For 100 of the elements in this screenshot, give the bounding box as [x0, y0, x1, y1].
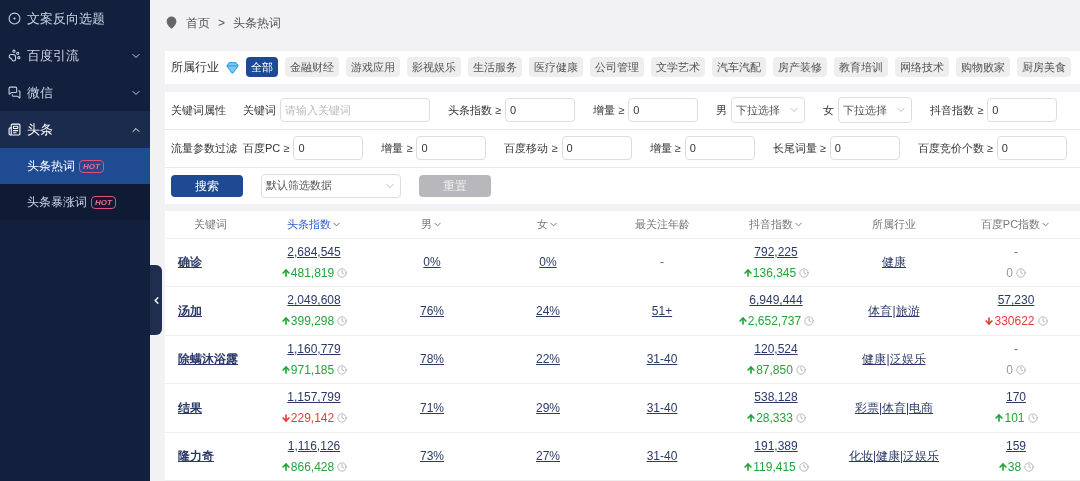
column-header: 关键词 [193, 216, 227, 232]
sidebar-item[interactable]: 文案反向选题 [0, 0, 150, 37]
sidebar-subitem[interactable]: 头条暴涨词 HOT [0, 184, 150, 220]
industry-label: 所属行业 [171, 59, 219, 77]
sidebar-item[interactable]: 微信 [0, 74, 150, 111]
column-header[interactable]: 男 [421, 215, 443, 233]
metric-delta: 2,652,737 [747, 313, 802, 331]
metric-value[interactable]: 792,225 [754, 242, 798, 261]
industry-tag[interactable]: 汽车汽配 [712, 57, 766, 78]
table-link[interactable]: 31-40 [646, 447, 678, 466]
sidebar-item[interactable]: 百度引流 [0, 37, 150, 74]
table-link[interactable]: 22% [536, 350, 560, 369]
input-field[interactable]: 0 [505, 98, 576, 122]
metric-value[interactable]: 538,128 [754, 388, 798, 407]
column-header[interactable]: 女 [537, 215, 559, 233]
metric-value: - [1014, 243, 1018, 261]
column-header: 最关注年龄 [634, 216, 690, 232]
industry-tag[interactable]: 金融财经 [285, 57, 339, 78]
input-field[interactable]: 0 [416, 136, 487, 160]
input-field[interactable]: 0 [561, 136, 632, 160]
industry-tag[interactable]: 购物败家 [956, 57, 1010, 78]
keyword-link[interactable]: 汤加 [178, 301, 202, 320]
metric-value[interactable]: 2,049,608 [287, 291, 341, 310]
industry-tag[interactable]: 房产装修 [773, 57, 827, 78]
keyword-link[interactable]: 隆力奇 [178, 447, 214, 466]
input-field[interactable]: 0 [996, 136, 1067, 160]
field-label: 长尾词量 ≥ [772, 140, 826, 156]
industry-tag[interactable]: 教育培训 [834, 57, 888, 78]
clock-icon [337, 413, 348, 424]
metric-value[interactable]: 2,684,545 [287, 242, 341, 261]
table-link[interactable]: 31-40 [646, 398, 678, 417]
column-header[interactable]: 百度PC指数 [980, 215, 1052, 233]
table-link[interactable]: 71% [420, 398, 444, 417]
clock-icon [1024, 461, 1035, 472]
column-header[interactable]: 抖音指数 [748, 215, 804, 233]
breadcrumb-item: > [218, 14, 225, 32]
metric-delta: 136,345 [752, 264, 797, 282]
clock-icon [795, 413, 806, 424]
metric-delta: 330622 [994, 313, 1035, 331]
metric-value[interactable]: 1,160,779 [287, 339, 341, 358]
filter-label: 流量参数过滤 [170, 140, 235, 156]
metric-delta: 119,415 [753, 458, 796, 476]
clock-icon [804, 316, 815, 327]
metric-value[interactable]: 1,116,126 [287, 436, 341, 455]
industry-tag[interactable]: 网络技术 [895, 57, 949, 78]
input-field[interactable]: 0 [829, 136, 900, 160]
search-button[interactable]: 搜索 [171, 174, 243, 197]
table-link[interactable]: 78% [420, 350, 444, 369]
industry-tag[interactable]: 文学艺术 [651, 57, 705, 78]
table-link[interactable]: 0% [423, 253, 441, 272]
sidebar-item[interactable]: 头条 [0, 111, 150, 148]
industry-tag[interactable]: 厨房美食 [1017, 57, 1071, 78]
metric-value[interactable]: 170 [1006, 388, 1026, 407]
table-cell-text: - [660, 254, 664, 272]
dropdown[interactable]: 下拉选择 [731, 97, 806, 123]
table-link[interactable]: 73% [420, 447, 444, 466]
keyword-link[interactable]: 除螨沐浴露 [178, 350, 238, 369]
industry-tag[interactable]: 公司管理 [590, 57, 644, 78]
metric-value[interactable]: 6,949,444 [749, 291, 803, 310]
metric-value[interactable]: 57,230 [997, 291, 1035, 310]
table-link[interactable]: 0% [539, 253, 557, 272]
diamond-icon [226, 60, 239, 74]
table-link[interactable]: 体育|旅游 [868, 301, 920, 320]
table-link[interactable]: 化妆|健康|泛娱乐 [848, 447, 940, 466]
sidebar-subitem[interactable]: 头条热词 HOT [0, 148, 150, 184]
industry-tag[interactable]: 生活服务 [468, 57, 522, 78]
input-field[interactable]: 0 [293, 136, 364, 160]
metric-value[interactable]: 1,157,799 [287, 388, 341, 407]
table-link[interactable]: 27% [536, 447, 560, 466]
metric-value[interactable]: 120,524 [754, 339, 798, 358]
input-field[interactable]: 0 [628, 98, 699, 122]
table-link[interactable]: 健康 [882, 253, 906, 272]
keyword-link[interactable]: 结果 [178, 398, 202, 417]
dropdown[interactable]: 下拉选择 [838, 97, 913, 123]
table-link[interactable]: 29% [536, 398, 560, 417]
keyword-link[interactable]: 确诊 [178, 253, 202, 272]
metric-value[interactable]: 159 [1005, 436, 1026, 455]
table-link[interactable]: 76% [420, 301, 444, 320]
industry-tag[interactable]: 影视娱乐 [407, 57, 461, 78]
table-link[interactable]: 彩票|体育|电商 [854, 398, 934, 417]
table-link[interactable]: 31-40 [646, 350, 678, 369]
field-label: 百度移动 ≥ [504, 140, 558, 156]
metric-value[interactable]: 191,389 [754, 436, 798, 455]
column-header[interactable]: 头条指数 [286, 215, 342, 233]
collapse-button[interactable] [150, 265, 162, 335]
industry-tag[interactable]: 医疗健康 [529, 57, 583, 78]
metric-delta: 481,819 [290, 264, 335, 282]
input-field[interactable]: 0 [684, 136, 755, 160]
preset-dropdown[interactable]: 默认筛选数据 [261, 173, 401, 198]
input-field[interactable]: 请输入关键词 [280, 98, 430, 122]
table-link[interactable]: 健康|泛娱乐 [862, 350, 926, 369]
table-link[interactable]: 24% [536, 301, 560, 320]
table-link[interactable]: 51+ [651, 301, 673, 320]
clock-icon [795, 364, 806, 375]
industry-tag[interactable]: 全部 [246, 57, 278, 78]
metric-delta: 0 [1006, 361, 1013, 379]
industry-tag[interactable]: 游戏应用 [346, 57, 400, 78]
input-field[interactable]: 0 [987, 98, 1058, 122]
field-label: 增量 ≥ [649, 140, 681, 156]
clock-icon [1027, 413, 1038, 424]
